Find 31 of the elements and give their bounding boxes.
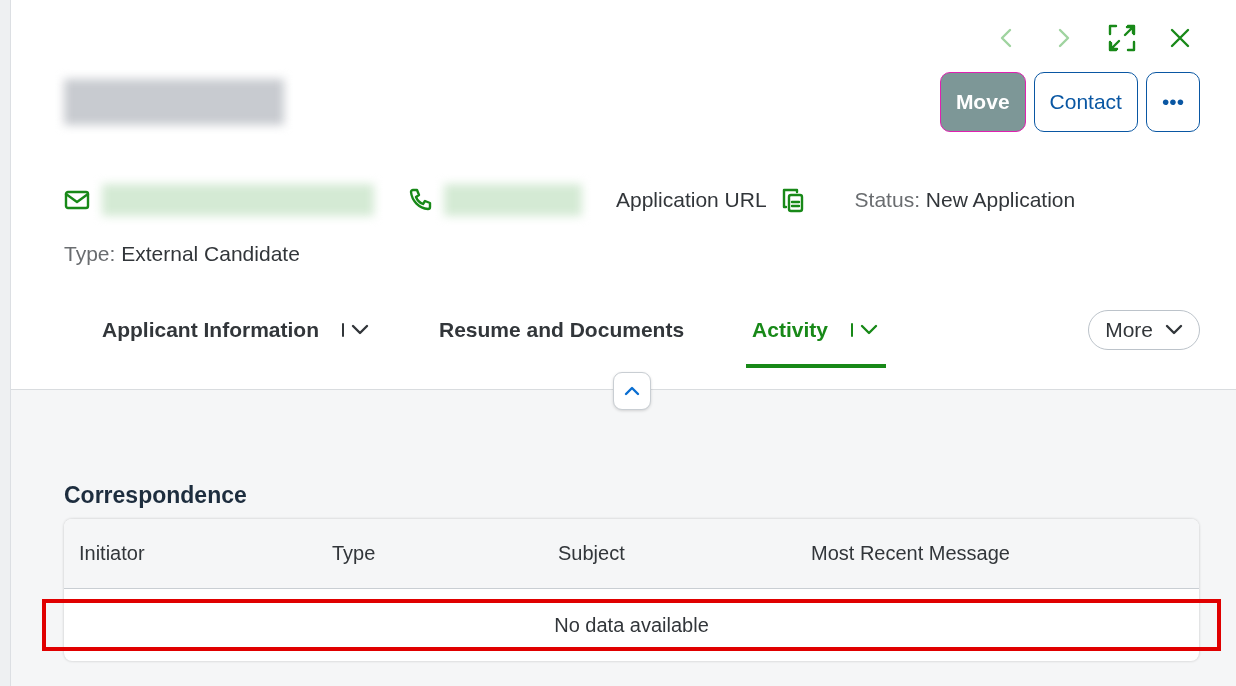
collapse-header-button[interactable] bbox=[613, 372, 651, 410]
column-header: Most Recent Message bbox=[811, 542, 1011, 565]
expand-icon bbox=[1108, 24, 1136, 52]
caret-down-icon bbox=[1165, 324, 1183, 336]
more-tabs-button[interactable]: More bbox=[1088, 310, 1200, 350]
column-header: Initiator bbox=[79, 542, 146, 565]
tab[interactable]: Activity bbox=[746, 296, 886, 368]
tab-menu-icon[interactable] bbox=[341, 322, 371, 338]
close-icon bbox=[1169, 27, 1191, 49]
copy-icon[interactable] bbox=[780, 187, 805, 213]
tab[interactable]: Resume and Documents bbox=[433, 296, 691, 368]
contact-button[interactable]: Contact bbox=[1033, 72, 1138, 132]
chevron-left-icon bbox=[999, 27, 1013, 49]
chevron-right-icon bbox=[1057, 27, 1071, 49]
chevron-up-icon bbox=[624, 386, 640, 396]
column-header: Type bbox=[332, 542, 377, 565]
tab[interactable]: Applicant Information bbox=[96, 296, 377, 368]
type-label: Type: bbox=[64, 242, 116, 265]
column-header: Subject bbox=[558, 542, 626, 565]
empty-table-message: No data available bbox=[554, 613, 709, 637]
section-title: Correspondence bbox=[64, 482, 248, 509]
tab-label[interactable]: Activity bbox=[752, 318, 828, 342]
status-label: Status: bbox=[854, 188, 920, 212]
tab-label[interactable]: Resume and Documents bbox=[439, 318, 685, 342]
tab-label[interactable]: Applicant Information bbox=[102, 318, 319, 342]
status-value: New Application bbox=[925, 188, 1076, 212]
phone-icon bbox=[408, 188, 432, 212]
type-value: External Candidate bbox=[121, 242, 300, 265]
mail-icon bbox=[64, 190, 90, 210]
application-url-label: Application URL bbox=[616, 188, 767, 212]
more-actions-button[interactable]: ••• bbox=[1145, 72, 1200, 132]
